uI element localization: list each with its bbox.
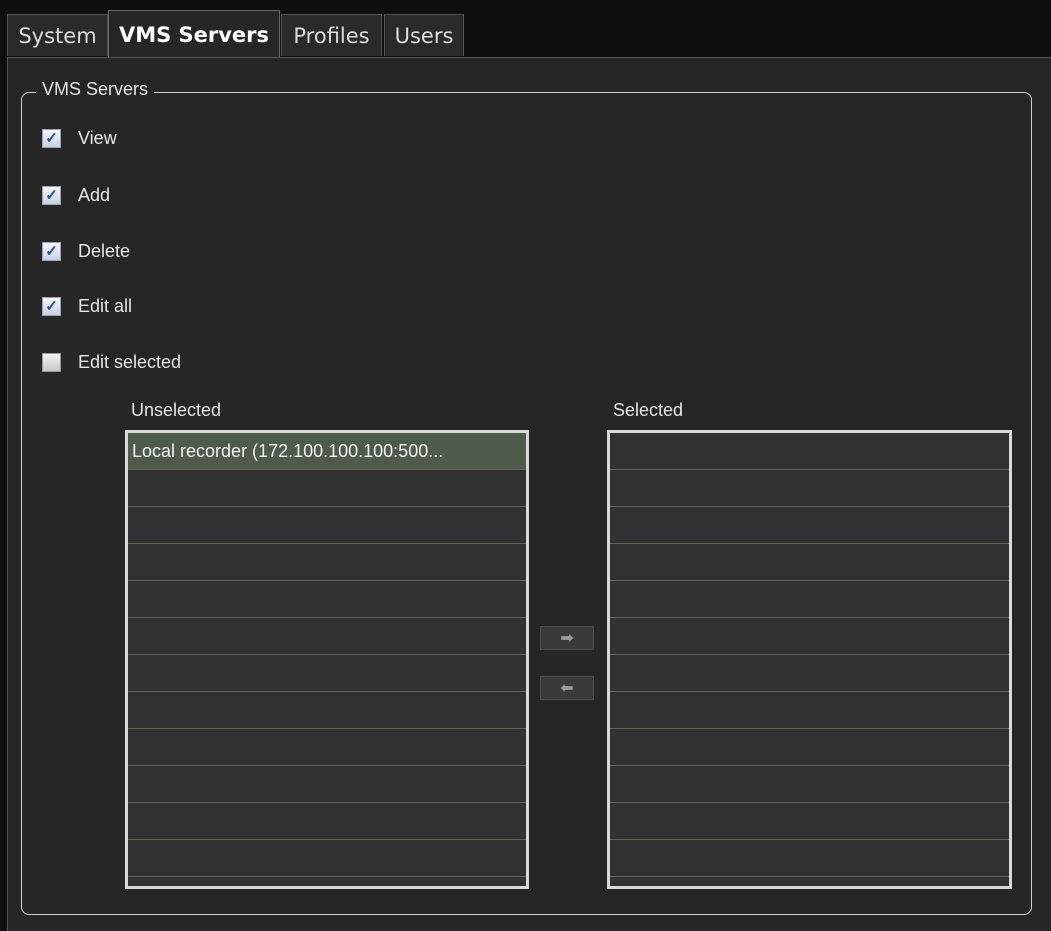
selected-list-label: Selected: [613, 400, 684, 420]
list-item[interactable]: [128, 655, 526, 692]
list-item[interactable]: [128, 803, 526, 840]
arrow-left-icon: ⬅: [560, 680, 574, 697]
edit-selected-checkbox-row[interactable]: Edit selected: [42, 350, 181, 374]
move-to-unselected-button[interactable]: ⬅: [540, 676, 594, 700]
delete-checkbox[interactable]: ✓: [42, 241, 61, 261]
edit-all-checkbox-label: Edit all: [78, 295, 133, 316]
tab-profiles[interactable]: Profiles: [281, 14, 382, 56]
view-checkbox[interactable]: ✓: [42, 128, 61, 148]
move-to-selected-button[interactable]: ➡: [540, 626, 594, 650]
list-item[interactable]: [128, 581, 526, 618]
list-item[interactable]: [610, 803, 1009, 840]
list-item[interactable]: [610, 470, 1009, 507]
list-item[interactable]: [128, 692, 526, 729]
view-checkbox-row[interactable]: ✓ View: [42, 126, 117, 150]
list-item[interactable]: [128, 470, 526, 507]
list-item[interactable]: [610, 729, 1009, 766]
list-item[interactable]: [128, 507, 526, 544]
add-checkbox-label: Add: [78, 184, 111, 205]
unselected-listbox[interactable]: Local recorder (172.100.100.100:500...: [125, 430, 529, 889]
delete-checkbox-label: Delete: [78, 240, 131, 261]
edit-all-checkbox-row[interactable]: ✓ Edit all: [42, 294, 132, 318]
list-item[interactable]: [610, 692, 1009, 729]
list-item[interactable]: [128, 544, 526, 581]
groupbox-title: VMS Servers: [36, 79, 155, 100]
list-item[interactable]: [610, 877, 1009, 886]
list-item[interactable]: [128, 766, 526, 803]
list-item[interactable]: [128, 840, 526, 877]
list-item[interactable]: [610, 544, 1009, 581]
edit-selected-checkbox[interactable]: [42, 352, 61, 372]
add-checkbox[interactable]: ✓: [42, 185, 61, 205]
list-item[interactable]: Local recorder (172.100.100.100:500...: [128, 433, 526, 470]
selected-listbox[interactable]: [607, 430, 1012, 889]
tab-bar: System VMS Servers Profiles Users: [0, 0, 1051, 58]
delete-checkbox-row[interactable]: ✓ Delete: [42, 239, 130, 263]
tab-users[interactable]: Users: [384, 14, 464, 56]
edit-all-checkbox[interactable]: ✓: [42, 296, 61, 316]
view-checkbox-label: View: [78, 127, 117, 148]
list-item[interactable]: [128, 729, 526, 766]
unselected-list-label: Unselected: [131, 400, 222, 420]
add-checkbox-row[interactable]: ✓ Add: [42, 183, 110, 207]
list-item[interactable]: [610, 766, 1009, 803]
list-item[interactable]: [610, 507, 1009, 544]
list-item[interactable]: [128, 618, 526, 655]
list-item[interactable]: [610, 655, 1009, 692]
tab-vms-servers[interactable]: VMS Servers: [108, 10, 280, 58]
arrow-right-icon: ➡: [560, 630, 574, 647]
list-item[interactable]: [610, 618, 1009, 655]
list-item[interactable]: [128, 877, 526, 886]
edit-selected-checkbox-label: Edit selected: [78, 351, 182, 372]
list-item[interactable]: [610, 581, 1009, 618]
list-item[interactable]: [610, 433, 1009, 470]
list-item[interactable]: [610, 840, 1009, 877]
tab-system[interactable]: System: [7, 14, 108, 56]
